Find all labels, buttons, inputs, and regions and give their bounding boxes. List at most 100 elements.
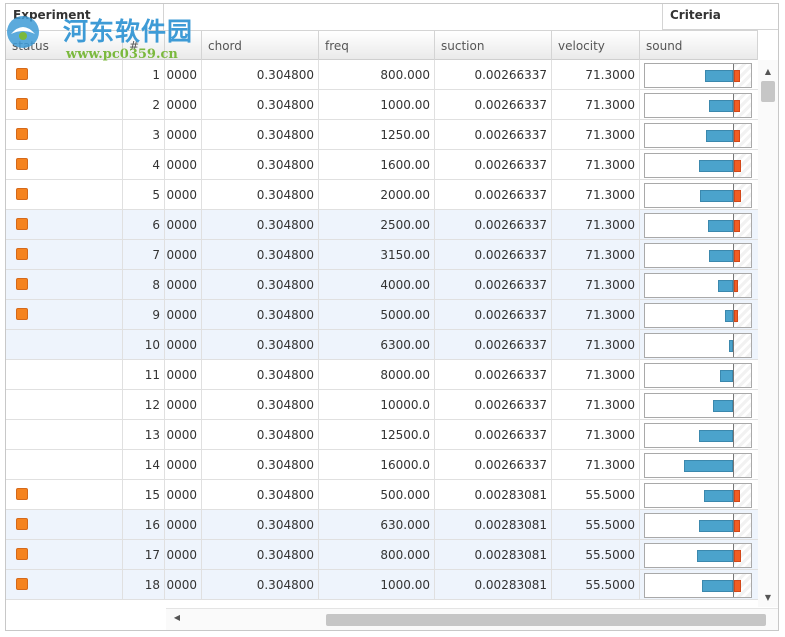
table-row[interactable]: 15 0000 0.304800 500.000 0.00283081 55.5000 [6,480,758,510]
table-row[interactable]: 7 0000 0.304800 3150.00 0.00266337 71.3000 [6,240,758,270]
cell-aoa: 0000 [165,390,202,420]
triangle-up-icon[interactable]: ▲ [758,66,778,78]
table-row[interactable]: 8 0000 0.304800 4000.00 0.00266337 71.3000 [6,270,758,300]
table-row[interactable]: 13 0000 0.304800 12500.0 0.00266337 71.3000 [6,420,758,450]
table-row[interactable]: 16 0000 0.304800 630.000 0.00283081 55.5000 [6,510,758,540]
sound-bar-blue [684,460,733,472]
cell-freq: 3150.00 [319,240,435,270]
table-row[interactable]: 17 0000 0.304800 800.000 0.00283081 55.5000 [6,540,758,570]
cell-suction: 0.00266337 [435,270,552,300]
vertical-scroll-thumb[interactable] [761,81,775,102]
column-header-aoa[interactable] [165,31,202,60]
sound-bar-blue [699,430,733,442]
status-indicator [16,518,28,530]
cell-chord: 0.304800 [202,450,319,480]
sound-bar-blue [725,310,733,322]
sound-bar-axis [733,514,734,537]
horizontal-scrollbar[interactable]: ◀ [166,608,778,630]
table-row[interactable]: 6 0000 0.304800 2500.00 0.00266337 71.3000 [6,210,758,240]
table-row[interactable]: 2 0000 0.304800 1000.00 0.00266337 71.3000 [6,90,758,120]
sound-bar-axis [733,394,734,417]
status-indicator [16,488,28,500]
cell-index: 3 [123,120,165,150]
sound-bar-axis [733,64,734,87]
column-header-suction[interactable]: suction [435,31,552,60]
cell-suction: 0.00266337 [435,120,552,150]
cell-chord: 0.304800 [202,480,319,510]
cell-index: 18 [123,570,165,600]
table-row[interactable]: 10 0000 0.304800 6300.00 0.00266337 71.3000 [6,330,758,360]
status-indicator [16,128,28,140]
sound-bar-blue [702,580,733,592]
cell-chord: 0.304800 [202,60,319,90]
sound-bar-axis [733,124,734,147]
sound-bar-blue [720,370,733,382]
table-row[interactable]: 4 0000 0.304800 1600.00 0.00266337 71.3000 [6,150,758,180]
horizontal-scroll-thumb[interactable] [326,614,766,626]
cell-velocity: 71.3000 [552,90,640,120]
column-header-index[interactable]: # [123,31,165,60]
cell-velocity: 71.3000 [552,180,640,210]
status-indicator [16,308,28,320]
table-row[interactable]: 1 0000 0.304800 800.000 0.00266337 71.3000 [6,60,758,90]
cell-aoa: 0000 [165,300,202,330]
cell-chord: 0.304800 [202,420,319,450]
cell-velocity: 71.3000 [552,150,640,180]
sound-bar-orange [734,280,738,292]
sound-bar-orange [734,70,740,82]
cell-suction: 0.00266337 [435,300,552,330]
sound-bar-blue [704,490,733,502]
cell-suction: 0.00266337 [435,330,552,360]
cell-freq: 10000.0 [319,390,435,420]
status-indicator [16,158,28,170]
table-row[interactable]: 12 0000 0.304800 10000.0 0.00266337 71.3000 [6,390,758,420]
table-row[interactable]: 5 0000 0.304800 2000.00 0.00266337 71.3000 [6,180,758,210]
cell-chord: 0.304800 [202,330,319,360]
sound-sparkbar [644,423,752,448]
cell-freq: 4000.00 [319,270,435,300]
cell-suction: 0.00283081 [435,540,552,570]
sound-sparkbar [644,273,752,298]
cell-velocity: 71.3000 [552,120,640,150]
sound-bar-axis [733,484,734,507]
cell-index: 9 [123,300,165,330]
cell-index: 14 [123,450,165,480]
cell-status [6,390,123,420]
sound-bar-orange [734,550,741,562]
group-header-criteria: Criteria [662,4,778,30]
column-header-chord[interactable]: chord [202,31,319,60]
triangle-down-icon[interactable]: ▼ [758,592,778,604]
cell-chord: 0.304800 [202,180,319,210]
table-row[interactable]: 14 0000 0.304800 16000.0 0.00266337 71.3000 [6,450,758,480]
cell-index: 12 [123,390,165,420]
cell-aoa: 0000 [165,510,202,540]
cell-freq: 500.000 [319,480,435,510]
column-header-status[interactable]: status [6,31,123,60]
sound-bar-orange [734,130,740,142]
column-header-sound[interactable]: sound [640,31,758,60]
vertical-scrollbar[interactable]: ▲ ▼ [758,60,778,607]
status-indicator [16,98,28,110]
table-row[interactable]: 11 0000 0.304800 8000.00 0.00266337 71.3000 [6,360,758,390]
cell-chord: 0.304800 [202,540,319,570]
table-row[interactable]: 3 0000 0.304800 1250.00 0.00266337 71.3000 [6,120,758,150]
cell-aoa: 0000 [165,120,202,150]
cell-chord: 0.304800 [202,210,319,240]
cell-velocity: 55.5000 [552,570,640,600]
table-row[interactable]: 18 0000 0.304800 1000.00 0.00283081 55.5000 [6,570,758,600]
column-header-velocity[interactable]: velocity [552,31,640,60]
sound-bar-axis [733,454,734,477]
cell-index: 6 [123,210,165,240]
triangle-left-icon[interactable]: ◀ [170,613,184,622]
table-row[interactable]: 9 0000 0.304800 5000.00 0.00266337 71.3000 [6,300,758,330]
status-indicator [16,578,28,590]
sound-bar-hatch [734,364,751,387]
cell-aoa: 0000 [165,360,202,390]
cell-aoa: 0000 [165,570,202,600]
cell-suction: 0.00266337 [435,420,552,450]
sound-sparkbar [644,363,752,388]
column-header-freq[interactable]: freq [319,31,435,60]
sound-bar-hatch [734,394,751,417]
sound-bar-blue [708,220,733,232]
sound-sparkbar [644,93,752,118]
